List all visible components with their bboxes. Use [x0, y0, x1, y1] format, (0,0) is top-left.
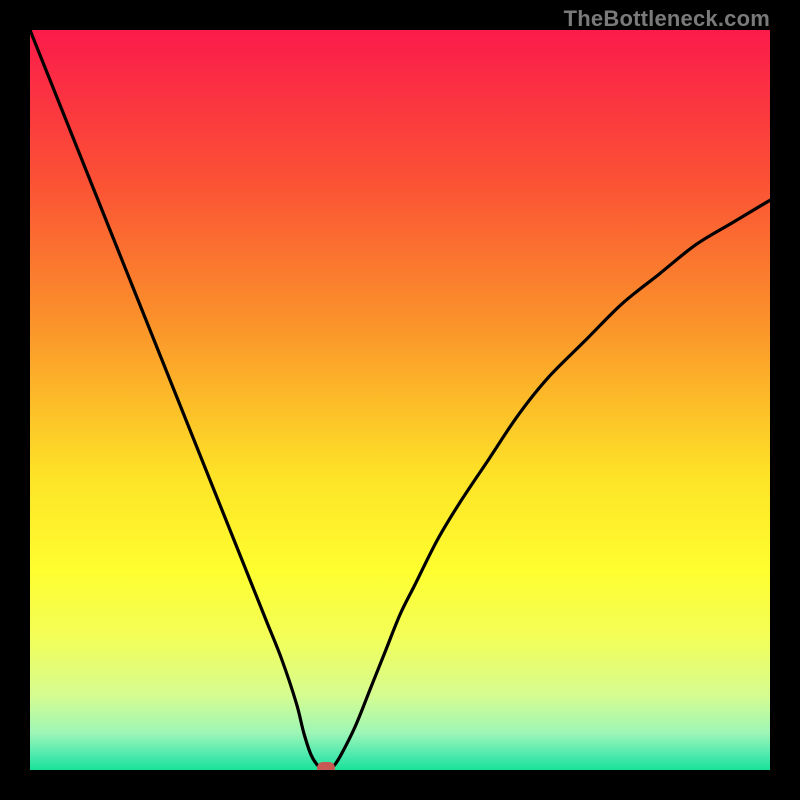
- plot-area: [30, 30, 770, 770]
- watermark-text: TheBottleneck.com: [564, 6, 770, 32]
- bottleneck-curve: [30, 30, 770, 770]
- optimal-marker: [317, 762, 335, 770]
- chart-frame: TheBottleneck.com: [0, 0, 800, 800]
- curve-layer: [30, 30, 770, 770]
